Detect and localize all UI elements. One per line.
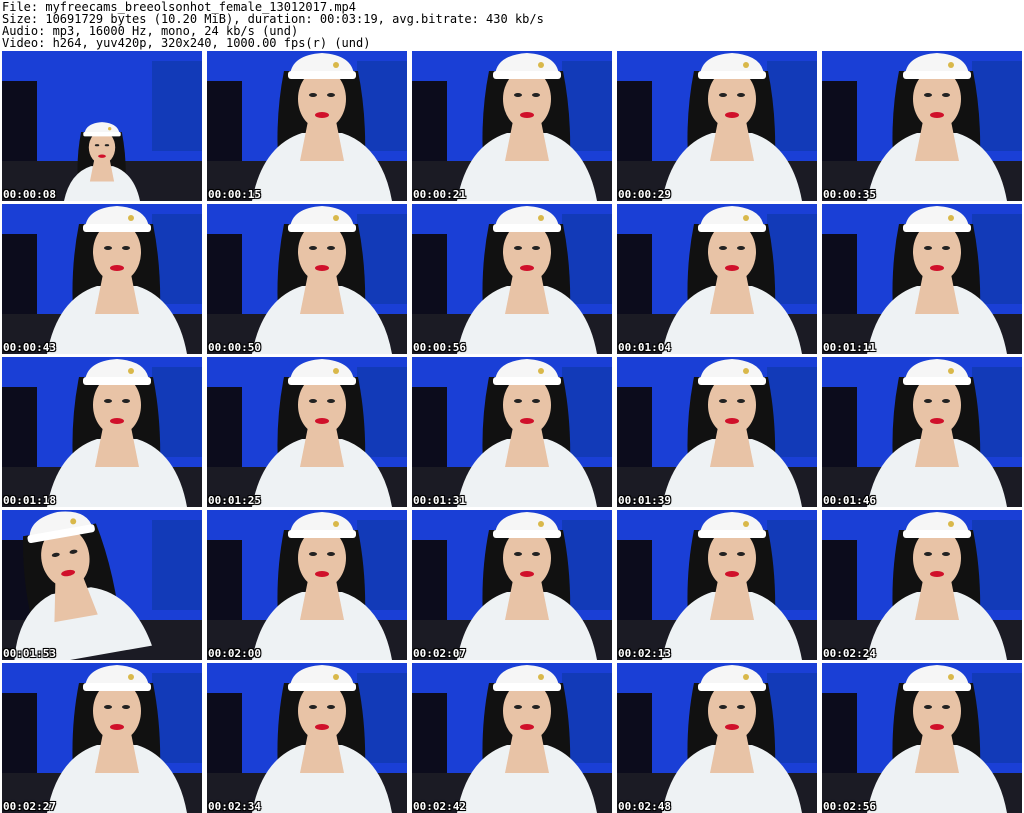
thumbnail-timestamp: 00:00:29 (618, 188, 671, 201)
thumbnail-timestamp: 00:01:31 (413, 494, 466, 507)
thumbnail-timestamp: 00:02:48 (618, 800, 671, 813)
thumbnail-timestamp: 00:02:07 (413, 647, 466, 660)
thumbnail-timestamp: 00:02:24 (823, 647, 876, 660)
video-thumbnail[interactable]: 00:02:00 (207, 510, 407, 660)
video-thumbnail[interactable]: 00:00:35 (822, 51, 1022, 201)
video-frame-image (207, 510, 407, 660)
video-thumbnail[interactable]: 00:02:42 (412, 663, 612, 813)
thumbnail-timestamp: 00:02:42 (413, 800, 466, 813)
thumbnail-timestamp: 00:00:15 (208, 188, 261, 201)
video-frame-image (617, 663, 817, 813)
video-frame-image (822, 204, 1022, 354)
video-frame-image (2, 510, 202, 660)
thumbnail-timestamp: 00:02:56 (823, 800, 876, 813)
video-thumbnail[interactable]: 00:01:39 (617, 357, 817, 507)
video-frame-image (412, 663, 612, 813)
video-frame-image (412, 51, 612, 201)
thumbnail-timestamp: 00:00:08 (3, 188, 56, 201)
video-frame-image (822, 663, 1022, 813)
video-thumbnail[interactable]: 00:01:18 (2, 357, 202, 507)
video-frame-image (822, 357, 1022, 507)
thumbnail-timestamp: 00:00:50 (208, 341, 261, 354)
video-frame-image (412, 204, 612, 354)
video-frame-image (822, 510, 1022, 660)
video-frame-image (822, 51, 1022, 201)
video-frame-image (207, 51, 407, 201)
video-thumbnail[interactable]: 00:00:08 (2, 51, 202, 201)
thumbnail-timestamp: 00:02:13 (618, 647, 671, 660)
video-thumbnail[interactable]: 00:02:13 (617, 510, 817, 660)
video-frame-image (2, 357, 202, 507)
video-thumbnail[interactable]: 00:02:34 (207, 663, 407, 813)
thumbnail-timestamp: 00:01:11 (823, 341, 876, 354)
video-thumbnail[interactable]: 00:01:31 (412, 357, 612, 507)
video-thumbnail[interactable]: 00:02:56 (822, 663, 1022, 813)
video-frame-image (412, 357, 612, 507)
thumbnail-timestamp: 00:01:04 (618, 341, 671, 354)
video-thumbnail[interactable]: 00:02:24 (822, 510, 1022, 660)
video-thumbnail[interactable]: 00:01:04 (617, 204, 817, 354)
video-thumbnail[interactable]: 00:02:48 (617, 663, 817, 813)
video-frame-image (2, 51, 202, 201)
thumbnail-timestamp: 00:00:43 (3, 341, 56, 354)
video-frame-image (617, 204, 817, 354)
video-thumbnail[interactable]: 00:00:50 (207, 204, 407, 354)
video-thumbnail[interactable]: 00:01:53 (2, 510, 202, 660)
video-frame-image (207, 357, 407, 507)
video-frame-image (617, 357, 817, 507)
video-thumbnail[interactable]: 00:00:15 (207, 51, 407, 201)
thumbnail-timestamp: 00:02:00 (208, 647, 261, 660)
thumbnail-timestamp: 00:01:18 (3, 494, 56, 507)
thumbnail-timestamp: 00:02:34 (208, 800, 261, 813)
video-frame-image (412, 510, 612, 660)
video-frame-image (207, 663, 407, 813)
video-frame-image (2, 663, 202, 813)
thumbnail-timestamp: 00:01:46 (823, 494, 876, 507)
file-info-header: File: myfreecams_breeolsonhot_female_130… (2, 1, 1022, 49)
video-thumbnail[interactable]: 00:00:56 (412, 204, 612, 354)
video-thumbnail[interactable]: 00:01:46 (822, 357, 1022, 507)
video-thumbnail[interactable]: 00:01:25 (207, 357, 407, 507)
video-frame-image (617, 510, 817, 660)
video-frame-image (617, 51, 817, 201)
thumbnail-timestamp: 00:00:35 (823, 188, 876, 201)
thumbnail-timestamp: 00:00:21 (413, 188, 466, 201)
video-thumbnail[interactable]: 00:00:21 (412, 51, 612, 201)
thumbnail-timestamp: 00:01:39 (618, 494, 671, 507)
video-thumbnail[interactable]: 00:02:27 (2, 663, 202, 813)
video-info-line: Video: h264, yuv420p, 320x240, 1000.00 f… (2, 36, 371, 50)
thumbnail-timestamp: 00:01:25 (208, 494, 261, 507)
video-thumbnail[interactable]: 00:00:43 (2, 204, 202, 354)
video-frame-image (2, 204, 202, 354)
video-thumbnail[interactable]: 00:00:29 (617, 51, 817, 201)
thumbnail-timestamp: 00:00:56 (413, 341, 466, 354)
thumbnail-timestamp: 00:02:27 (3, 800, 56, 813)
thumbnail-timestamp: 00:01:53 (3, 647, 56, 660)
video-thumbnail[interactable]: 00:02:07 (412, 510, 612, 660)
video-frame-image (207, 204, 407, 354)
video-thumbnail[interactable]: 00:01:11 (822, 204, 1022, 354)
thumbnail-grid: 00:00:08 00:00:15 00:00:21 00:00:29 00:00:35… (2, 51, 1022, 813)
